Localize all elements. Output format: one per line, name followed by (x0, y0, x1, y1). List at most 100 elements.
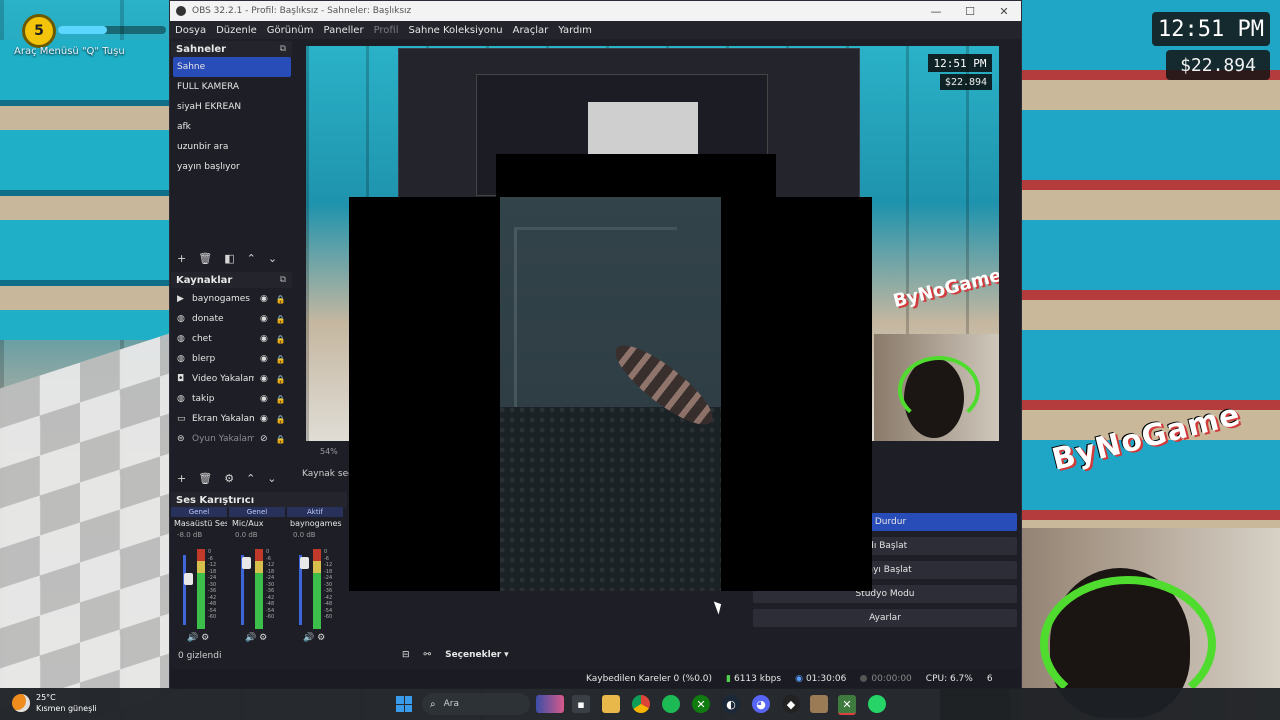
widget-icon[interactable] (536, 695, 564, 713)
windows-start-icon[interactable] (396, 696, 412, 712)
gear-icon[interactable]: ⚙ (224, 472, 234, 485)
close-button[interactable]: ✕ (987, 5, 1021, 18)
task-view-icon[interactable]: ▪ (572, 695, 590, 713)
source-item[interactable]: ▭ Ekran Yakalama ◉ 🔒 (171, 409, 292, 429)
settings-icon[interactable]: ⚙ (201, 633, 209, 643)
scene-item[interactable]: uzunbir ara (171, 137, 292, 157)
settings-button[interactable]: Ayarlar (753, 609, 1017, 627)
move-up-icon[interactable]: ⌃ (246, 472, 255, 485)
scene-item[interactable]: Sahne (173, 57, 291, 77)
weather-widget[interactable]: 25°C Kısmen güneşli (12, 692, 97, 714)
preview-money: $22.894 (940, 74, 992, 90)
lock-icon[interactable]: 🔒 (276, 355, 286, 364)
xbox-game-bar-icon[interactable]: ✕ (838, 695, 856, 715)
menu-file[interactable]: Dosya (170, 25, 211, 36)
volume-fader[interactable] (183, 555, 193, 625)
record-time: 00:00:00 (871, 674, 912, 684)
lock-icon[interactable]: 🔒 (276, 295, 286, 304)
add-icon[interactable]: + (177, 252, 186, 265)
lock-icon[interactable]: 🔒 (276, 375, 286, 384)
menu-docks[interactable]: Paneller (319, 25, 369, 36)
taskbar-search[interactable]: ⌕ Ara (422, 693, 530, 715)
eye-icon[interactable]: ◉ (260, 354, 268, 364)
speaker-icon[interactable]: 🔊 (187, 633, 198, 643)
volume-fader[interactable] (299, 555, 309, 625)
channel-name[interactable]: Masaüstü Ses (171, 517, 227, 531)
app-icon[interactable]: ◆ (782, 695, 800, 713)
move-up-icon[interactable]: ⌃ (247, 252, 256, 265)
chrome-icon[interactable] (632, 695, 650, 713)
speaker-icon[interactable]: 🔊 (303, 633, 314, 643)
scenes-toolbar: + 🗑 ◧ ⌃ ⌄ (171, 249, 277, 267)
lock-icon[interactable]: 🔒 (276, 435, 286, 444)
fader-knob[interactable] (300, 557, 309, 569)
layout-icon[interactable]: ⊟ (402, 650, 410, 660)
menu-scene-collection[interactable]: Sahne Koleksiyonu (404, 25, 508, 36)
trash-icon[interactable]: 🗑 (198, 252, 212, 265)
projector-window[interactable] (349, 197, 872, 591)
menu-edit[interactable]: Düzenle (211, 25, 262, 36)
eye-icon[interactable]: ◉ (260, 334, 268, 344)
channel-name[interactable]: Mic/Aux (229, 517, 285, 531)
lock-icon[interactable]: 🔒 (276, 395, 286, 404)
settings-icon[interactable]: ⚙ (317, 633, 325, 643)
fader-knob[interactable] (184, 573, 193, 585)
source-item[interactable]: ◍ blerp ◉ 🔒 (171, 349, 292, 369)
minimize-button[interactable]: — (919, 5, 953, 18)
scene-item[interactable]: yayın başlıyor (171, 157, 292, 177)
move-down-icon[interactable]: ⌄ (268, 252, 277, 265)
source-item[interactable]: ◍ donate ◉ 🔒 (171, 309, 292, 329)
settings-icon[interactable]: ⚙ (259, 633, 267, 643)
spotify-icon[interactable] (662, 695, 680, 713)
source-status-text: Kaynak seçi (302, 469, 356, 479)
file-explorer-icon[interactable] (602, 695, 620, 713)
filter-icon[interactable]: ◧ (224, 252, 234, 265)
channel-name[interactable]: baynogames (287, 517, 343, 531)
lock-icon[interactable]: 🔒 (276, 315, 286, 324)
volume-fader[interactable] (241, 555, 251, 625)
menu-view[interactable]: Görünüm (262, 25, 319, 36)
camera-icon: ◘ (177, 374, 185, 384)
lock-icon[interactable]: 🔒 (276, 335, 286, 344)
source-item[interactable]: ▶ baynogames ◉ 🔒 (171, 289, 292, 309)
speaker-icon[interactable]: 🔊 (245, 633, 256, 643)
lock-icon[interactable]: 🔒 (276, 415, 286, 424)
search-placeholder: Ara (443, 699, 459, 709)
menu-tools[interactable]: Araçlar (508, 25, 554, 36)
scene-item[interactable]: siyaH EKREAN (171, 97, 292, 117)
eye-icon[interactable]: ◉ (260, 414, 268, 424)
maximize-button[interactable]: ☐ (953, 5, 987, 18)
eye-icon[interactable]: ◉ (260, 314, 268, 324)
hud-clock: 12:51 PM (1152, 12, 1270, 46)
fader-knob[interactable] (242, 557, 251, 569)
dock-float-icon[interactable]: ⧉ (280, 275, 286, 285)
source-item[interactable]: ◘ Video Yakalama ◉ 🔒 (171, 369, 292, 389)
eye-icon[interactable]: ◉ (260, 294, 268, 304)
scene-item[interactable]: FULL KAMERA (171, 77, 292, 97)
add-icon[interactable]: + (177, 472, 186, 485)
eye-icon[interactable]: ◉ (260, 374, 268, 384)
menu-help[interactable]: Yardım (553, 25, 597, 36)
menu-profile[interactable]: Profil (369, 25, 404, 36)
xbox-icon[interactable]: ✕ (692, 695, 710, 713)
source-item[interactable]: ⊜ Oyun Yakalama ⊘ 🔒 (171, 429, 292, 449)
eye-hidden-icon[interactable]: ⊘ (260, 434, 268, 444)
source-item[interactable]: ◍ chet ◉ 🔒 (171, 329, 292, 349)
eye-icon[interactable]: ◉ (260, 394, 268, 404)
whatsapp-icon[interactable] (868, 695, 886, 713)
sources-list: ▶ baynogames ◉ 🔒 ◍ donate ◉ 🔒 ◍ chet ◉ 🔒… (171, 289, 292, 459)
record-icon (860, 675, 868, 682)
source-item[interactable]: ◍ takip ◉ 🔒 (171, 389, 292, 409)
link-icon[interactable]: ⚯ (424, 650, 432, 660)
options-dropdown[interactable]: Seçenekler ▾ (445, 650, 509, 660)
discord-icon[interactable]: ◕ (752, 695, 770, 713)
move-down-icon[interactable]: ⌄ (267, 472, 276, 485)
game-wall-left (0, 40, 175, 340)
trash-icon[interactable]: 🗑 (198, 472, 212, 485)
game-app-icon[interactable] (810, 695, 828, 713)
hidden-count: 0 gizlendi (178, 651, 222, 661)
steam-icon[interactable]: ◐ (722, 695, 740, 713)
dock-float-icon[interactable]: ⧉ (280, 44, 286, 54)
status-bar: Kaybedilen Kareler 0 (%0.0) ▮ 6113 kbps … (170, 669, 1021, 689)
scene-item[interactable]: afk (171, 117, 292, 137)
